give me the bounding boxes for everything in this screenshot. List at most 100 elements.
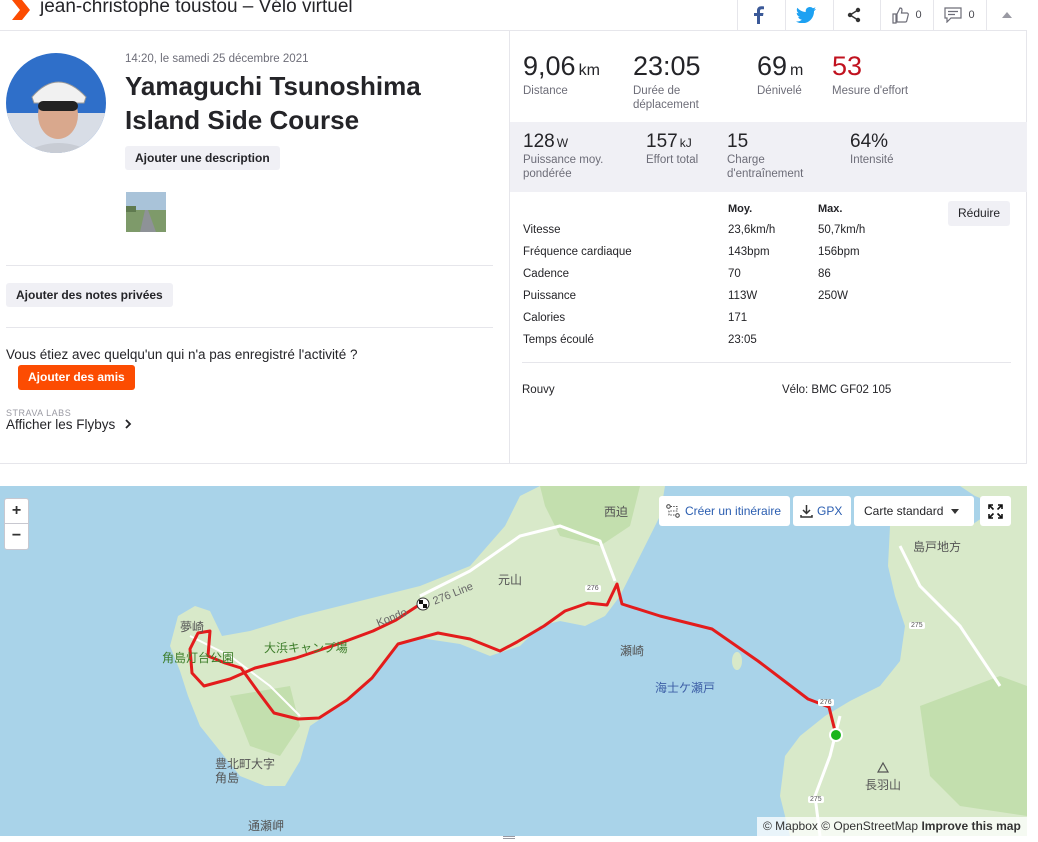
bike-name: Vélo: BMC GF02 105 [782, 384, 892, 396]
weighted-power-stat: 128 W [523, 131, 568, 153]
total-work-stat: 157 kJ [646, 131, 692, 153]
moving-time-stat: 23:05 [633, 51, 701, 82]
collapse-header-button[interactable] [986, 0, 1027, 30]
row-avg: 23,6km/h [728, 224, 776, 236]
flybys-link-label: Afficher les Flybys [6, 417, 116, 432]
checkered-flag-icon [416, 597, 430, 611]
map-style-dropdown[interactable]: Carte standard [854, 496, 974, 526]
download-icon [800, 505, 813, 518]
gpx-download-button[interactable]: GPX [793, 496, 851, 526]
add-private-notes-button[interactable]: Ajouter des notes privées [6, 283, 173, 307]
row-label: Vitesse [523, 224, 561, 236]
osm-attribution-link[interactable]: © OpenStreetMap [821, 819, 918, 833]
moving-time-value: 23:05 [633, 51, 701, 81]
divider [6, 327, 493, 328]
row-avg: 23:05 [728, 334, 757, 346]
add-description-button[interactable]: Ajouter une description [125, 146, 280, 170]
activity-summary-panel: 14:20, le samedi 25 décembre 2021 Yamagu… [0, 31, 510, 464]
athlete-photo [6, 53, 106, 153]
share-button[interactable] [833, 0, 873, 30]
create-route-button[interactable]: Créer un itinéraire [659, 496, 790, 526]
create-route-label: Créer un itinéraire [685, 504, 782, 518]
total-work-label: Effort total [646, 154, 699, 166]
row-max: 86 [818, 268, 831, 280]
map-label: 西迫 [604, 505, 629, 519]
facebook-share-button[interactable] [737, 0, 777, 30]
comment-count: 0 [968, 9, 975, 21]
row-label: Temps écoulé [523, 334, 594, 346]
divider [6, 265, 493, 266]
training-load-value: 15 [727, 131, 749, 152]
zoom-in-button[interactable]: + [5, 499, 28, 524]
road-photo [126, 192, 166, 232]
caret-up-icon [1002, 12, 1012, 18]
distance-stat: 9,06 km [523, 51, 600, 82]
route-map[interactable]: 西迫 島戸地方 元山 276 Line Kondo 夢崎 角島灯台公園 大浜キャ… [0, 486, 1027, 836]
device-name: Rouvy [522, 384, 555, 396]
fullscreen-button[interactable] [980, 496, 1011, 526]
improve-map-link[interactable]: Improve this map [921, 819, 1020, 833]
row-max: 50,7km/h [818, 224, 866, 236]
row-avg: 70 [728, 268, 741, 280]
row-label: Puissance [523, 290, 577, 302]
activity-stats-panel: 9,06 km Distance 23:05 Durée de déplaceme… [510, 31, 1027, 464]
athlete-avatar[interactable] [6, 53, 106, 153]
twitter-share-button[interactable] [785, 0, 825, 30]
kudos-count: 0 [915, 9, 922, 21]
route-builder-icon [666, 504, 680, 518]
row-avg: 113W [728, 290, 758, 302]
map-label: 海士ケ瀬戸 [655, 681, 716, 695]
reduce-button[interactable]: Réduire [948, 201, 1011, 226]
training-load-stat: 15 [727, 131, 748, 153]
strava-chevron-icon [12, 0, 30, 20]
mapbox-attribution-link[interactable]: © Mapbox [763, 819, 818, 833]
effort-value: 53 [832, 51, 863, 81]
map-label: 豊北町大字角島 [215, 757, 276, 785]
kudos-button[interactable]: 0 [880, 0, 932, 30]
road-shield: 275 [909, 622, 925, 629]
intensity-value: 64% [850, 131, 889, 152]
intensity-label: Intensité [850, 154, 894, 166]
map-label: 長羽山 [865, 778, 902, 792]
zoom-control: + − [4, 498, 29, 550]
gpx-label: GPX [817, 504, 843, 518]
thumbs-up-icon [892, 7, 910, 24]
activity-photo-thumbnail[interactable] [126, 192, 166, 232]
elevation-unit: m [790, 62, 804, 79]
weighted-power-value: 128 [523, 131, 555, 152]
flybys-link[interactable]: Afficher les Flybys [6, 417, 132, 432]
training-load-label: Charge d'entraînement [727, 154, 804, 180]
map-label: 夢崎 [180, 620, 205, 634]
distance-value: 9,06 [523, 51, 576, 81]
share-icon [847, 7, 860, 23]
chevron-right-icon [125, 419, 132, 429]
map-resize-handle[interactable] [503, 836, 515, 839]
companion-prompt: Vous étiez avec quelqu'un qui n'a pas en… [6, 347, 358, 362]
distance-unit: km [578, 62, 600, 79]
twitter-icon [795, 7, 816, 23]
expand-icon [988, 503, 1003, 519]
elevation-label: Dénivelé [757, 85, 802, 97]
effort-stat[interactable]: 53 [832, 51, 862, 82]
weighted-power-unit: W [556, 136, 569, 150]
map-label: 通瀬岬 [248, 819, 285, 833]
comment-button[interactable]: 0 [933, 0, 985, 30]
facebook-icon [753, 6, 764, 24]
weighted-power-label: Puissance moy. pondérée [523, 154, 604, 180]
zoom-out-button[interactable]: − [5, 524, 28, 549]
divider [522, 362, 1011, 363]
row-label: Calories [523, 312, 566, 324]
effort-label: Mesure d'effort [832, 85, 909, 97]
map-attribution: © Mapbox © OpenStreetMap Improve this ma… [757, 817, 1027, 836]
map-label: 角島灯台公園 [162, 651, 235, 665]
road-shield: 276 [818, 699, 834, 706]
row-label: Cadence [523, 268, 570, 280]
road-shield: 276 [585, 585, 601, 592]
add-friends-button[interactable]: Ajouter des amis [18, 365, 135, 390]
page-title: jean-christophe toustou – Vélo virtuel [40, 0, 353, 17]
distance-label: Distance [523, 85, 568, 97]
elevation-stat: 69 m [757, 51, 803, 82]
map-label: 元山 [498, 573, 523, 587]
total-work-unit: kJ [679, 136, 692, 150]
map-label: 島戸地方 [913, 540, 962, 554]
